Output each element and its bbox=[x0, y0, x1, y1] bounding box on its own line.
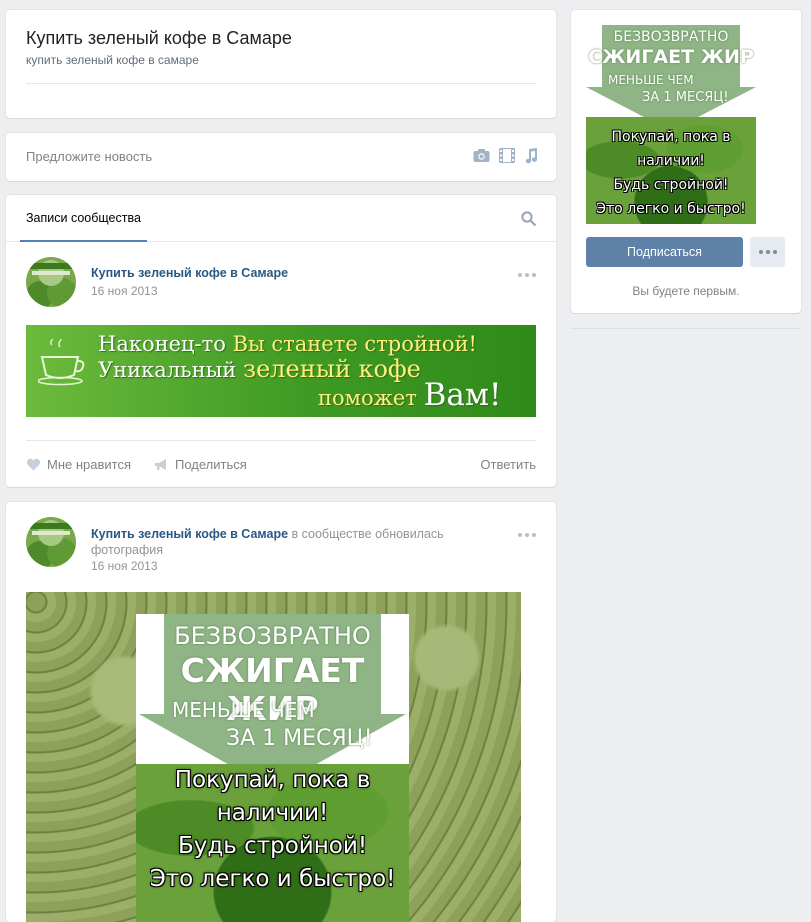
divider bbox=[571, 328, 801, 329]
music-icon[interactable] bbox=[524, 148, 538, 167]
promo-line-8: Это легко и быстро! bbox=[149, 866, 396, 892]
post-date[interactable]: 16 ноя 2013 bbox=[91, 284, 158, 298]
community-wall: Записи сообщества Купить зеленый кофе в … bbox=[6, 195, 556, 487]
cover-line-6: наличии! bbox=[637, 153, 705, 169]
post-photo[interactable]: БЕЗВОЗВРАТНО СЖИГАЕТ ЖИР МЕНЬШЕ ЧЕМ ЗА 1… bbox=[26, 592, 521, 922]
wall-tabs: Записи сообщества bbox=[6, 195, 556, 242]
page-title: Купить зеленый кофе в Самаре bbox=[26, 28, 292, 48]
cover-line-4: ЗА 1 МЕСЯЦ! bbox=[642, 90, 729, 105]
cover-line-5: Покупай, пока в bbox=[611, 129, 731, 145]
cover-line-8: Это легко и быстро! bbox=[596, 201, 746, 217]
promo-line-3: МЕНЬШЕ ЧЕМ bbox=[172, 698, 315, 722]
wall-post: Купить зеленый кофе в Самаре в сообществ… bbox=[6, 502, 556, 922]
cover-line-1: БЕЗВОЗВРАТНО bbox=[613, 29, 729, 45]
post-author[interactable]: Купить зеленый кофе в Самаре bbox=[91, 266, 288, 280]
suggest-news-box[interactable]: Предложите новость bbox=[6, 133, 556, 181]
video-icon[interactable] bbox=[499, 148, 515, 167]
banner-line-1: Наконец-то Вы станете стройной! bbox=[98, 332, 477, 356]
promo-line-7: Будь стройной! bbox=[177, 833, 368, 859]
heart-icon bbox=[26, 458, 41, 471]
subscribe-button[interactable]: Подписаться bbox=[586, 237, 743, 267]
avatar[interactable] bbox=[26, 257, 76, 307]
post-more-icon[interactable] bbox=[518, 273, 536, 277]
camera-icon[interactable] bbox=[473, 148, 490, 167]
cover-line-7: Будь стройной! bbox=[613, 177, 729, 193]
post-more-icon[interactable] bbox=[518, 533, 536, 537]
community-header: Купить зеленый кофе в Самаре купить зеле… bbox=[6, 10, 556, 118]
megaphone-icon bbox=[155, 459, 166, 470]
avatar[interactable] bbox=[26, 517, 76, 567]
page-subtitle: купить зеленый кофе в самаре bbox=[26, 53, 199, 67]
search-icon[interactable] bbox=[521, 211, 536, 229]
promo-line-4: ЗА 1 МЕСЯЦ! bbox=[226, 726, 373, 751]
tab-community-posts[interactable]: Записи сообщества bbox=[20, 195, 147, 242]
post-date[interactable]: 16 ноя 2013 bbox=[91, 559, 158, 573]
be-first-text: Вы будете первым. bbox=[632, 284, 740, 298]
banner-line-3: поможет Вам! bbox=[318, 377, 502, 413]
promo-line-1: БЕЗВОЗВРАТНО bbox=[174, 622, 371, 650]
cup-icon bbox=[37, 334, 88, 390]
promo-line-5: Покупай, пока в bbox=[174, 767, 371, 793]
post-author[interactable]: Купить зеленый кофе в Самаре bbox=[91, 527, 288, 541]
community-cover[interactable]: БЕЗВОЗВРАТНО СЖИГАЕТ ЖИР МЕНЬШЕ ЧЕМ ЗА 1… bbox=[586, 25, 756, 224]
reply-button[interactable]: Ответить bbox=[480, 457, 536, 472]
promo-line-6: наличии! bbox=[216, 800, 329, 826]
cover-line-2: СЖИГАЕТ ЖИР bbox=[588, 46, 754, 68]
promo-poster: БЕЗВОЗВРАТНО СЖИГАЕТ ЖИР МЕНЬШЕ ЧЕМ ЗА 1… bbox=[136, 614, 409, 922]
cover-line-3: МЕНЬШЕ ЧЕМ bbox=[608, 73, 694, 87]
post-title-line: Купить зеленый кофе в Самаре в сообществ… bbox=[91, 526, 491, 558]
like-button[interactable]: Мне нравится bbox=[26, 457, 131, 472]
divider bbox=[26, 83, 536, 84]
sidebar-card: БЕЗВОЗВРАТНО СЖИГАЕТ ЖИР МЕНЬШЕ ЧЕМ ЗА 1… bbox=[571, 10, 801, 313]
share-button[interactable]: Поделиться bbox=[154, 457, 247, 472]
more-actions-button[interactable] bbox=[750, 237, 785, 267]
suggest-news-input[interactable]: Предложите новость bbox=[26, 149, 152, 164]
post-banner[interactable]: Наконец-то Вы станете стройной! Уникальн… bbox=[26, 325, 536, 417]
post-actions: Мне нравится Поделиться Ответить bbox=[26, 440, 536, 487]
